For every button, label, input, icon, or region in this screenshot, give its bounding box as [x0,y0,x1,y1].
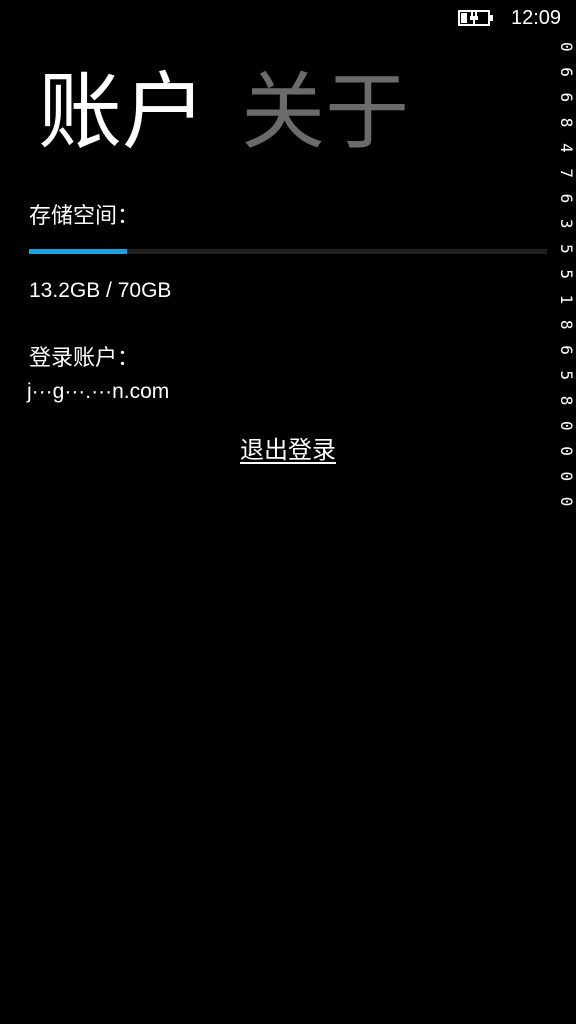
tab-about[interactable]: 关于 [241,62,409,162]
storage-progress-bar [29,249,547,254]
storage-progress-fill [29,249,127,254]
tab-account[interactable]: 账户 [38,62,206,162]
storage-label: 存储空间： [29,204,140,229]
account-label: 登录账户： [29,346,140,371]
battery-charging-icon [458,10,493,26]
logout-button[interactable]: 退出登录 [0,433,576,467]
account-email: j···g···.···n.com [27,380,170,403]
status-bar: 12:09 [0,0,576,36]
pivot-header: 账户 关于 [38,62,439,172]
status-clock: 12:09 [511,7,562,29]
storage-value: 13.2GB / 70GB [29,279,172,302]
